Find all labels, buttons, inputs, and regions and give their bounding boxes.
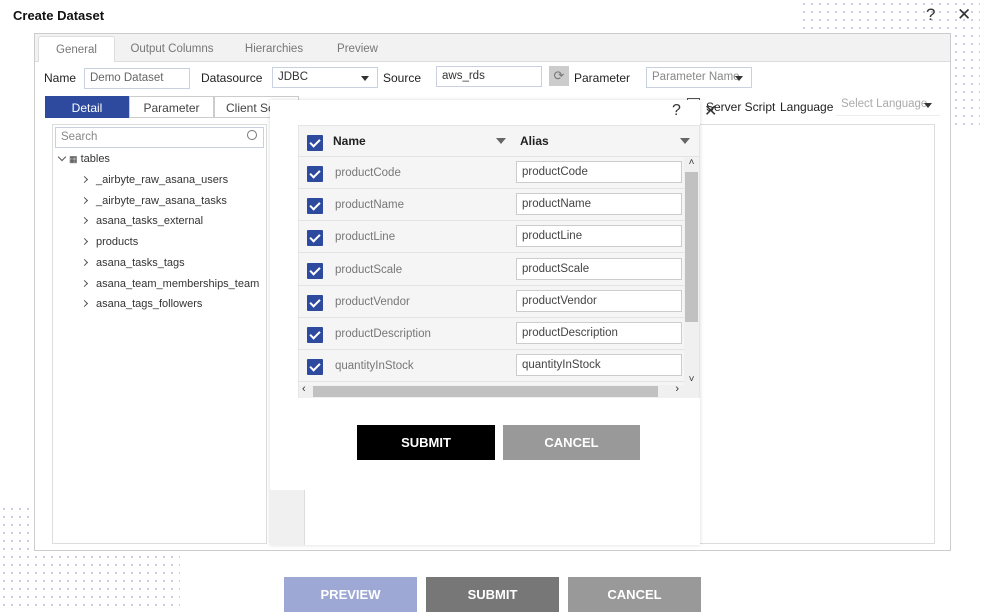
alias-input[interactable]: productLine <box>516 225 682 248</box>
tree-item-label: _airbyte_raw_asana_users <box>96 174 229 186</box>
chevron-right-icon <box>80 279 89 287</box>
row-checkbox[interactable] <box>307 262 323 279</box>
name-filter-icon[interactable] <box>496 138 506 144</box>
chevron-right-icon <box>80 175 89 184</box>
tree-item[interactable]: asana_team_memberships_team <box>80 277 260 290</box>
tree-item-label: asana_tasks_tags <box>96 256 185 269</box>
row-checkbox[interactable] <box>307 166 323 182</box>
popup-submit-button[interactable]: SUBMIT <box>357 425 495 460</box>
tab-general[interactable]: General <box>38 36 115 62</box>
preview-button[interactable]: PREVIEW <box>284 577 417 612</box>
column-name: productVendor <box>335 295 410 308</box>
alias-input[interactable]: productVendor <box>516 289 682 312</box>
chevron-right-icon <box>80 258 89 266</box>
horizontal-scrollbar[interactable]: ‹ › <box>299 383 699 398</box>
tree-item-label: asana_team_memberships_team <box>96 277 260 290</box>
tree-item[interactable]: products <box>80 236 139 249</box>
tree-item-label: _airbyte_raw_asana_tasks <box>96 194 227 207</box>
language-select[interactable]: Select Language <box>836 95 940 116</box>
scrollbar-thumb[interactable] <box>685 172 698 322</box>
close-icon[interactable]: ✕ <box>957 5 971 25</box>
vertical-scrollbar[interactable]: ˄ ˅ <box>684 157 699 385</box>
scrollbar-thumb[interactable] <box>313 386 658 397</box>
tab-preview[interactable]: Preview <box>325 36 390 62</box>
alias-input[interactable]: productName <box>516 193 682 216</box>
tree-item-label: products <box>96 236 139 249</box>
source-label: Source <box>383 71 422 85</box>
chevron-right-icon <box>80 196 89 204</box>
tree-item[interactable]: asana_tasks_external <box>80 215 204 228</box>
cancel-button[interactable]: CANCEL <box>568 577 701 612</box>
search-icon[interactable] <box>247 130 257 140</box>
column-name: productDescription <box>335 328 431 340</box>
chevron-right-icon <box>80 300 89 308</box>
datasource-select[interactable]: JDBC <box>272 67 378 88</box>
header-alias[interactable]: Alias <box>520 134 549 148</box>
scroll-down-icon[interactable]: ˅ <box>684 374 699 385</box>
dialog-title: Create Dataset <box>13 8 105 23</box>
select-all-checkbox[interactable] <box>307 135 323 151</box>
expand-chevron-icon <box>57 152 67 162</box>
row-checkbox[interactable] <box>307 294 323 311</box>
row-checkbox[interactable] <box>307 230 323 247</box>
column-name: productScale <box>335 263 403 276</box>
popup-help-icon[interactable]: ? <box>672 102 681 120</box>
chevron-right-icon <box>80 238 89 246</box>
datasource-label: Datasource <box>201 71 263 85</box>
tree-item[interactable]: asana_tasks_tags <box>80 256 185 269</box>
tree-item-label: asana_tags_followers <box>96 298 203 311</box>
language-label: Language <box>780 100 834 114</box>
row-checkbox[interactable] <box>307 327 323 343</box>
help-icon[interactable]: ? <box>926 5 935 25</box>
parameter-label: Parameter <box>574 71 631 85</box>
column-name: productCode <box>335 167 401 179</box>
parameter-select[interactable]: Parameter Name <box>646 67 752 88</box>
name-input[interactable]: Demo Dataset <box>84 68 190 89</box>
name-label: Name <box>44 71 77 85</box>
scroll-right-icon[interactable]: › <box>675 383 679 395</box>
tree-item[interactable]: _airbyte_raw_asana_tasks <box>80 194 227 207</box>
tab-output-columns[interactable]: Output Columns <box>122 36 222 62</box>
tree-item[interactable]: asana_tags_followers <box>80 298 203 311</box>
alias-input[interactable]: quantityInStock <box>516 354 682 377</box>
row-checkbox[interactable] <box>307 198 323 215</box>
popup-close-icon[interactable]: ✕ <box>704 101 717 121</box>
tree-root-label: tables <box>80 153 110 165</box>
row-checkbox[interactable] <box>307 359 323 376</box>
subtab-detail[interactable]: Detail <box>45 96 129 118</box>
column-name: productName <box>335 199 405 212</box>
tree-root[interactable]: ▦ tables <box>57 152 110 165</box>
alias-input[interactable]: productDescription <box>516 322 682 344</box>
tab-hierarchies[interactable]: Hierarchies <box>235 36 313 62</box>
submit-button[interactable]: SUBMIT <box>426 577 559 612</box>
search-input[interactable]: Search <box>55 127 264 148</box>
scroll-up-icon[interactable]: ˄ <box>684 157 699 168</box>
scroll-left-icon[interactable]: ‹ <box>302 383 306 395</box>
table-icon: ▦ <box>69 154 78 164</box>
header-name[interactable]: Name <box>333 134 366 148</box>
tree-panel <box>52 124 267 544</box>
chevron-right-icon <box>80 217 89 225</box>
popup-cancel-button[interactable]: CANCEL <box>503 425 640 460</box>
alias-input[interactable]: productCode <box>516 161 682 183</box>
subtab-parameter[interactable]: Parameter <box>129 96 214 118</box>
tree-item-label: asana_tasks_external <box>96 215 204 228</box>
refresh-icon[interactable]: ⟳ <box>549 66 569 86</box>
source-input[interactable]: aws_rds <box>436 66 542 87</box>
popup-side-strip <box>270 490 305 545</box>
column-name: quantityInStock <box>335 360 414 373</box>
alias-filter-icon[interactable] <box>680 138 690 144</box>
alias-input[interactable]: productScale <box>516 257 682 280</box>
tree-item[interactable]: _airbyte_raw_asana_users <box>80 174 229 186</box>
column-name: productLine <box>335 231 396 244</box>
